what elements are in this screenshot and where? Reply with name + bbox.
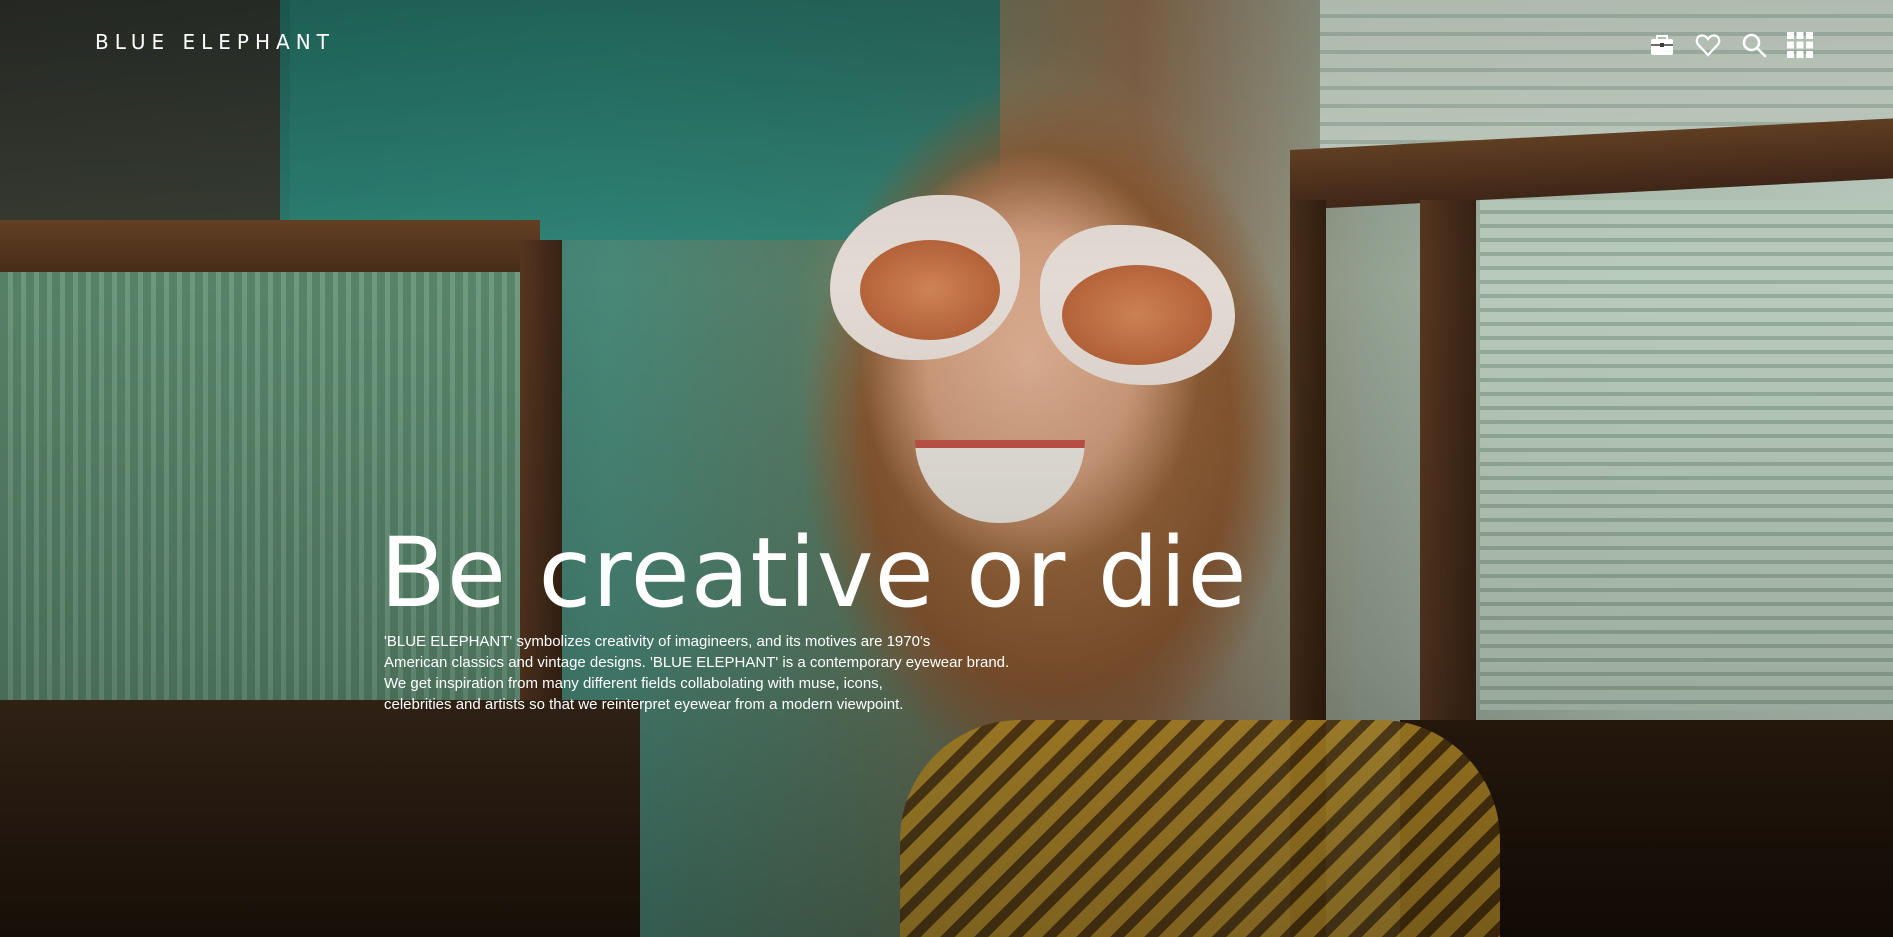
background-booth-left [0,700,640,937]
grid-menu-icon[interactable] [1787,32,1813,58]
hero-description-line: 'BLUE ELEPHANT' symbolizes creativity of… [384,633,931,650]
header-icon-nav [1649,32,1813,58]
sunglasses-frame-left [830,195,1020,360]
model-patterned-top [900,720,1500,937]
background-wood-beam-left [0,220,540,272]
background-booth-right [1400,720,1893,937]
hero-description-line: We get inspiration from many different f… [384,675,883,692]
brand-logo[interactable]: BLUE ELEPHANT [95,30,335,54]
background-wood-beam-right [1290,118,1893,210]
hero-headline: Be creative or die [380,517,1248,629]
model-smile [915,440,1085,523]
background-wood-frame-center [1290,200,1326,937]
hero-overlay-shade [0,0,1893,937]
heart-icon[interactable] [1695,32,1721,58]
background-teal-wall [280,0,1000,240]
sunglasses-lens-left [860,240,1000,340]
search-icon[interactable] [1741,32,1767,58]
hero-background [0,0,1893,937]
background-wood-frame-right [1420,200,1476,937]
model-hair [700,20,1400,937]
sunglasses-lens-right [1062,265,1212,365]
hero-description: 'BLUE ELEPHANT' symbolizes creativity of… [384,631,1064,715]
hero-description-line: celebrities and artists so that we reint… [384,696,904,713]
shopping-bag-icon[interactable] [1649,32,1675,58]
model-face [860,150,1200,570]
sunglasses-frame-right [1040,225,1235,385]
background-window-blind [1320,0,1893,170]
background-ribbed-glass-right [1480,200,1893,710]
hero-description-line: American classics and vintage designs. '… [384,654,1010,671]
